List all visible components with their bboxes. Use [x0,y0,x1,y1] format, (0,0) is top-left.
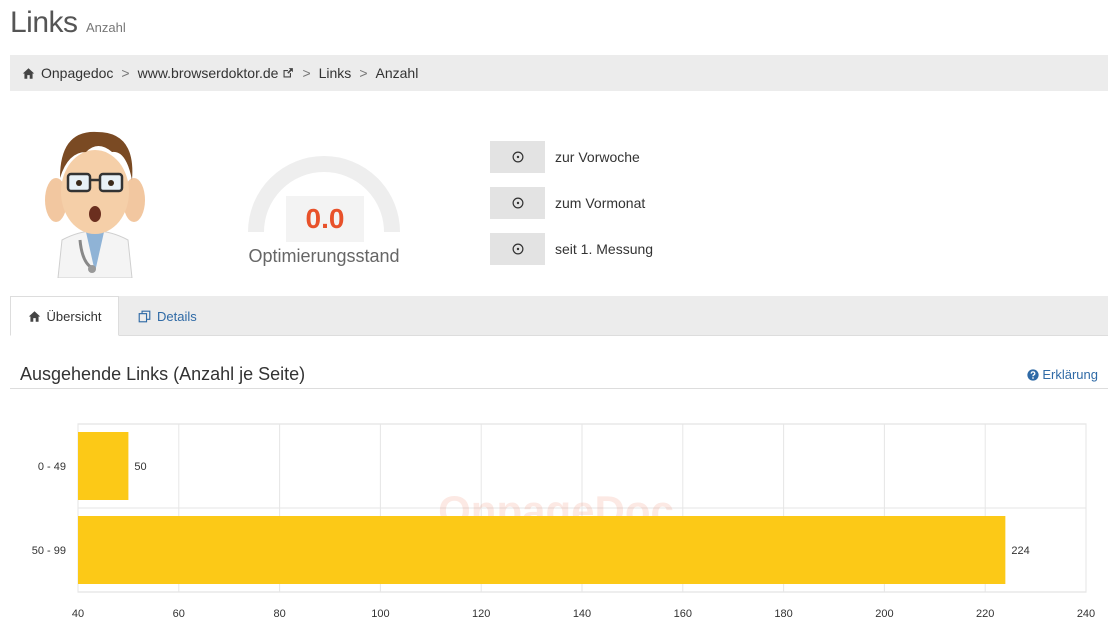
links-bar-chart: 40 60 80 100 120 140 160 180 200 220 240OnpageDoc5… [32,423,1095,620]
page-title: Links Anzahl [10,6,126,40]
x-tick-label: 200 [875,608,893,620]
page-subtitle: Anzahl [86,20,126,35]
clock-icon [512,243,523,255]
home-icon [28,310,40,322]
tab-details[interactable]: Details [138,296,197,336]
y-category-label: 50 - 99 [32,545,66,557]
x-tick-label: 100 [371,608,389,620]
breadcrumb-separator: > [359,65,368,81]
breadcrumb: Onpagedoc > www.browserdoktor.de > Links… [10,55,1108,91]
help-link[interactable]: Erklärung [1027,367,1098,382]
question-circle-icon [1027,368,1039,381]
clock-icon [512,197,523,209]
y-category-label: 0 - 49 [38,461,66,473]
breadcrumb-separator: > [302,65,311,81]
compare-first-row: seit 1. Messung [490,233,653,265]
x-tick-label: 180 [774,608,792,620]
compare-week-row: zur Vorwoche [490,141,640,173]
tab-bar: Übersicht Details [10,296,1108,336]
tab-overview[interactable]: Übersicht [10,296,119,336]
breadcrumb-item-domain[interactable]: www.browserdoktor.de [138,65,279,81]
compare-week-button[interactable] [490,141,545,173]
bar-value-label: 224 [1011,545,1029,557]
x-tick-label: 120 [472,608,490,620]
home-icon [22,67,35,79]
score-value: 0.0 [286,196,364,242]
help-link-label: Erklärung [1042,367,1098,382]
x-tick-label: 220 [976,608,994,620]
compare-month-label: zum Vormonat [555,195,646,211]
compare-first-button[interactable] [490,233,545,265]
breadcrumb-item-anzahl: Anzahl [375,65,419,81]
copy-icon [138,310,151,322]
page-title-main: Links [10,6,78,39]
x-tick-label: 140 [573,608,591,620]
external-link-icon[interactable] [282,67,294,79]
bar [78,516,1006,584]
x-tick-label: 40 [72,608,84,620]
doctor-avatar [45,131,145,278]
compare-month-button[interactable] [490,187,545,219]
section-title: Ausgehende Links (Anzahl je Seite) [20,364,306,384]
compare-month-row: zum Vormonat [490,187,645,219]
section-header: Ausgehende Links (Anzahl je Seite) Erklä… [10,361,1108,389]
clock-icon [512,151,523,163]
tab-overview-label: Übersicht [46,308,102,324]
breadcrumb-item-links[interactable]: Links [319,65,352,81]
x-tick-label: 60 [173,608,185,620]
x-tick-label: 80 [273,608,285,620]
tab-details-label: Details [157,308,197,324]
compare-week-label: zur Vorwoche [555,149,640,165]
x-tick-label: 240 [1077,608,1095,620]
breadcrumb-item-onpagedoc[interactable]: Onpagedoc [41,65,113,81]
bar-value-label: 50 [134,461,146,473]
compare-first-label: seit 1. Messung [555,241,654,257]
x-tick-label: 160 [674,608,692,620]
score-label: Optimierungsstand [248,246,400,266]
breadcrumb-separator: > [121,65,130,81]
bar [78,432,129,500]
